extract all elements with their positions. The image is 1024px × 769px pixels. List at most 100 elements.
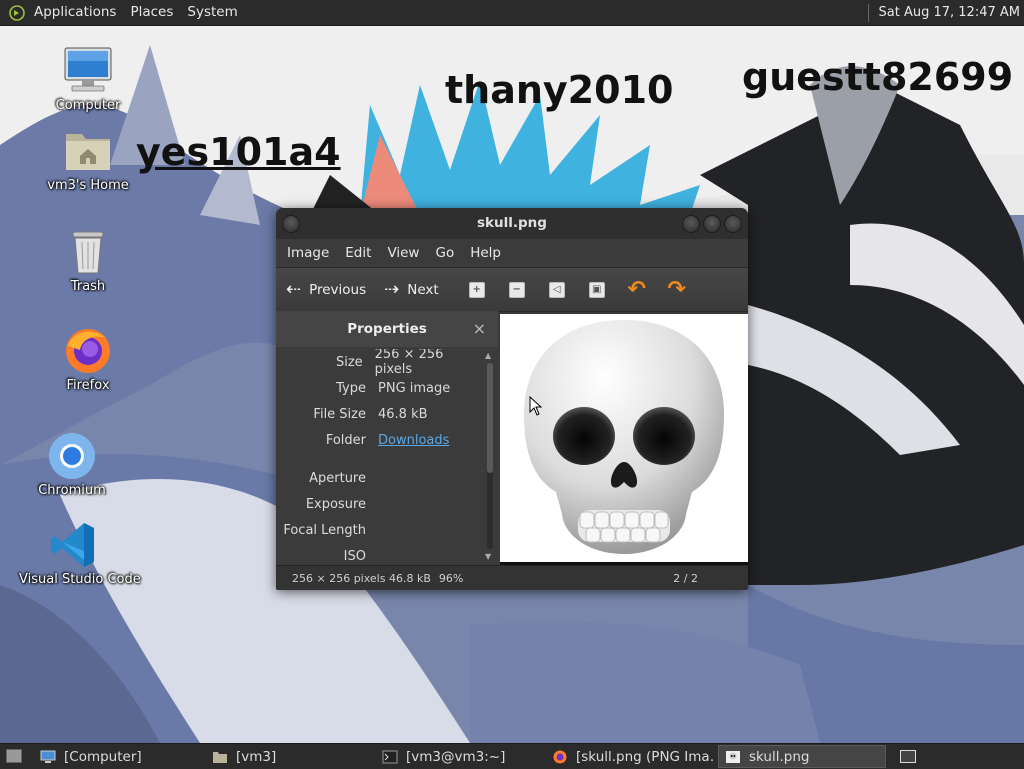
scroll-down-icon[interactable]: ▼ xyxy=(485,552,491,561)
wallpaper-text-guestt82699: guestt82699 xyxy=(742,55,1014,99)
clock[interactable]: Sat Aug 17, 12:47 AM xyxy=(879,5,1024,20)
zoom-out-button[interactable]: − xyxy=(508,281,526,299)
desktop-icon-firefox[interactable]: Firefox xyxy=(33,326,143,393)
menu-bar: Image Edit View Go Help xyxy=(276,239,748,267)
exif-row: Focal Length xyxy=(276,517,481,543)
taskbar-item-label: [Computer] xyxy=(64,748,142,765)
menu-help[interactable]: Help xyxy=(462,245,509,261)
property-key: Size xyxy=(335,354,363,370)
fit-button[interactable]: ◁ xyxy=(548,281,566,299)
desktop-icon-label: vm3's Home xyxy=(47,178,129,193)
rotate-right-icon: ↷ xyxy=(667,276,686,302)
menu-image[interactable]: Image xyxy=(279,245,337,261)
desktop-icon-home[interactable]: vm3's Home xyxy=(33,126,143,193)
menu-applications[interactable]: Applications xyxy=(27,0,123,25)
scroll-thumb[interactable] xyxy=(487,363,493,473)
workspace-switcher[interactable] xyxy=(900,750,916,763)
sidebar-close-icon[interactable]: × xyxy=(473,311,486,347)
scroll-up-icon[interactable]: ▲ xyxy=(485,351,491,360)
image-viewer-icon xyxy=(726,750,740,763)
window-titlebar[interactable]: skull.png xyxy=(276,208,748,239)
rotate-right-button[interactable]: ↷ xyxy=(667,276,686,302)
property-value: 256 × 256 pixels xyxy=(374,349,444,377)
toolbar: ⇠ Previous ⇢ Next + − ◁ ▣ ↶ ↷ xyxy=(276,267,748,312)
previous-button[interactable]: ⇠ Previous xyxy=(286,279,366,300)
fullscreen-icon: ▣ xyxy=(588,281,605,298)
bottom-panel: [Computer] [vm3] [vm3@vm3:~] [skull.png … xyxy=(0,743,1024,769)
next-button[interactable]: ⇢ Next xyxy=(384,279,439,300)
status-position: 2 / 2 xyxy=(673,571,698,585)
arrow-right-icon: ⇢ xyxy=(384,279,400,300)
image-viewer-window: skull.png Image Edit View Go Help ⇠ Prev… xyxy=(276,208,748,590)
taskbar-item-firefox[interactable]: [skull.png (PNG Ima… xyxy=(546,746,714,767)
desktop-icon-vscode[interactable]: Visual Studio Code xyxy=(19,520,141,587)
skull-image xyxy=(524,320,724,554)
menu-places[interactable]: Places xyxy=(123,0,180,25)
fullscreen-button[interactable]: ▣ xyxy=(588,281,606,299)
status-zoom: 96% xyxy=(438,571,464,585)
home-folder-icon xyxy=(62,126,114,176)
property-row: Size 256 × 256 pixels xyxy=(276,349,481,377)
taskbar-item-label: [vm3@vm3:~] xyxy=(406,748,506,765)
desktop-icon-label: Firefox xyxy=(66,378,110,393)
distro-logo-icon[interactable] xyxy=(9,4,25,21)
menu-system[interactable]: System xyxy=(180,0,244,25)
sidebar-title: Properties xyxy=(347,321,427,337)
clock-area: Sat Aug 17, 12:47 AM xyxy=(867,0,1024,25)
next-label: Next xyxy=(407,281,439,298)
properties-list: Size 256 × 256 pixels Type PNG image Fil… xyxy=(276,349,481,562)
window-menu-button[interactable] xyxy=(282,215,300,233)
zoom-in-icon: + xyxy=(468,281,485,298)
properties-sidebar: Properties × Size 256 × 256 pixels Type … xyxy=(276,311,498,562)
close-button[interactable] xyxy=(724,215,742,233)
property-row: File Size 46.8 kB xyxy=(276,401,481,427)
menu-view[interactable]: View xyxy=(379,245,427,261)
property-row: Type PNG image xyxy=(276,375,481,401)
menu-edit[interactable]: Edit xyxy=(337,245,379,261)
property-key: Folder xyxy=(325,432,366,448)
maximize-button[interactable] xyxy=(703,215,721,233)
window-title: skull.png xyxy=(477,215,547,231)
desktop-icon-label: Trash xyxy=(70,279,106,294)
rotate-left-icon: ↶ xyxy=(627,276,646,302)
taskbar-item-vm3[interactable]: [vm3] xyxy=(206,746,372,767)
property-key: Type xyxy=(336,380,366,396)
property-key: Aperture xyxy=(309,470,366,486)
taskbar-item-computer[interactable]: [Computer] xyxy=(34,746,202,767)
status-bar: 256 × 256 pixels 46.8 kB 96% 2 / 2 xyxy=(276,565,748,590)
wallpaper-text-yes101a4: yes101a4 xyxy=(136,130,341,174)
property-key: Exposure xyxy=(305,496,366,512)
desktop-icon-label: Visual Studio Code xyxy=(19,572,141,587)
desktop-icon-computer[interactable]: Computer xyxy=(33,46,143,113)
show-desktop-icon[interactable] xyxy=(6,749,22,763)
folder-link[interactable]: Downloads xyxy=(378,433,449,448)
status-image-info: 256 × 256 pixels 46.8 kB xyxy=(292,571,431,585)
taskbar-item-label: skull.png xyxy=(749,748,810,765)
taskbar-item-label: [vm3] xyxy=(236,748,277,765)
minimize-button[interactable] xyxy=(682,215,700,233)
exif-row: Exposure xyxy=(276,491,481,517)
vscode-icon xyxy=(48,520,100,570)
desktop-icon-chromium[interactable]: Chromium xyxy=(17,431,127,498)
firefox-icon xyxy=(62,326,114,376)
rotate-left-button[interactable]: ↶ xyxy=(627,276,646,302)
property-value: PNG image xyxy=(378,380,451,396)
arrow-left-icon: ⇠ xyxy=(286,279,302,300)
wallpaper-text-thany2010: thany2010 xyxy=(445,68,674,112)
desktop-icon-trash[interactable]: Trash xyxy=(33,227,143,294)
property-spacer xyxy=(276,453,481,465)
taskbar-item-image-viewer[interactable]: skull.png xyxy=(718,745,886,768)
folder-icon xyxy=(213,751,227,763)
property-key: ISO xyxy=(343,548,366,563)
sidebar-scrollbar[interactable]: ▲ ▼ xyxy=(482,349,496,562)
zoom-out-icon: − xyxy=(508,281,525,298)
image-canvas[interactable] xyxy=(500,314,748,562)
menu-go[interactable]: Go xyxy=(427,245,462,261)
taskbar-item-terminal[interactable]: [vm3@vm3:~] xyxy=(376,746,542,767)
zoom-in-button[interactable]: + xyxy=(468,281,486,299)
computer-icon xyxy=(40,750,56,763)
desktop-icon-label: Chromium xyxy=(38,483,106,498)
exif-row: Aperture xyxy=(276,465,481,491)
chromium-icon xyxy=(46,431,98,481)
desktop-icon-label: Computer xyxy=(55,98,121,113)
